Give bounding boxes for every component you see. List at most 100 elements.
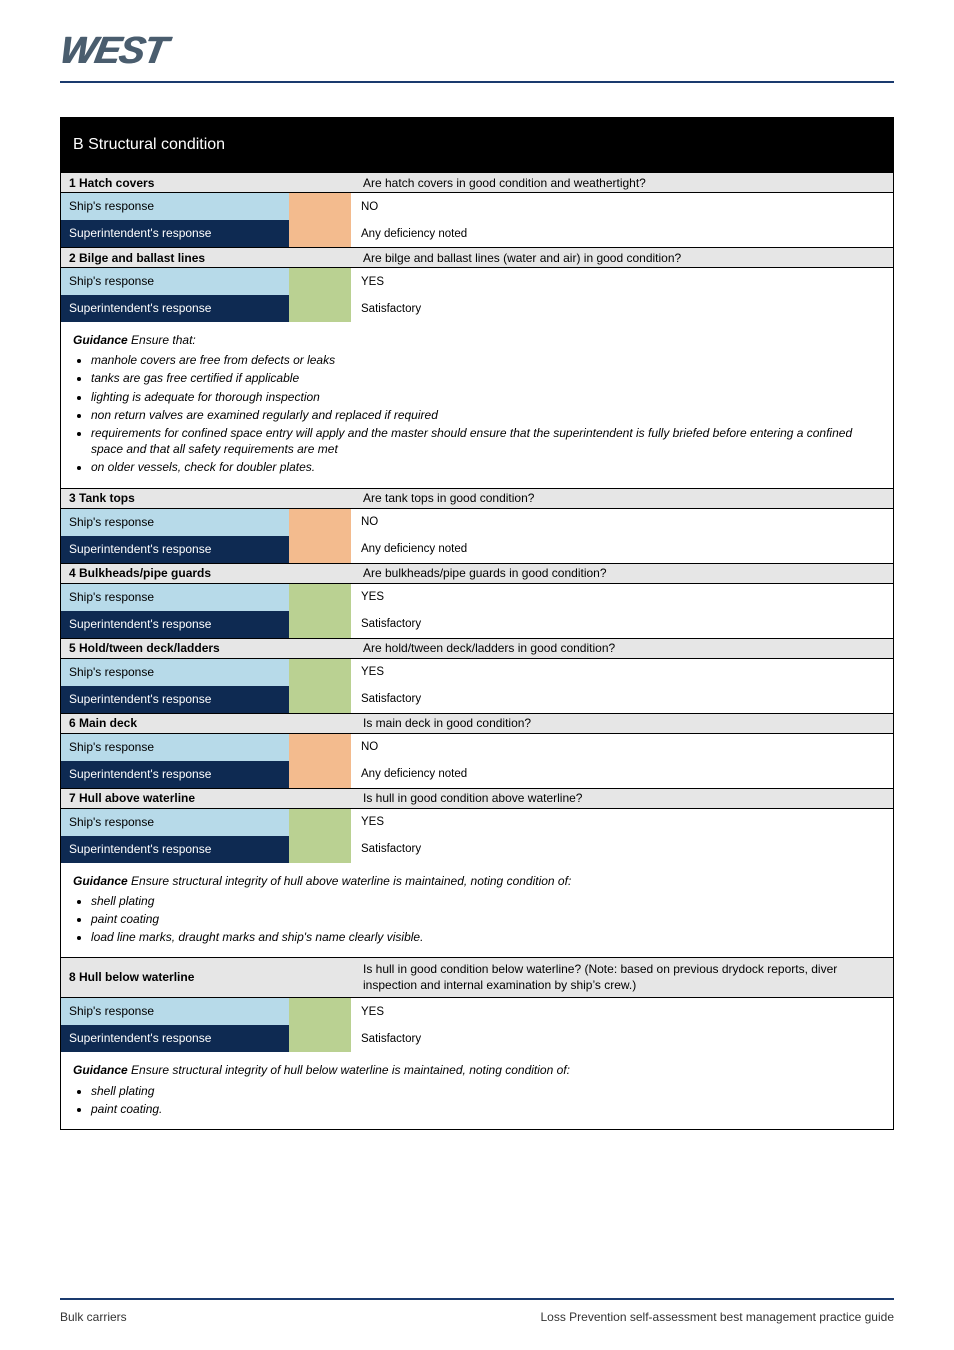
sup-response-color	[289, 220, 351, 247]
ship-response-text: YES	[351, 659, 893, 686]
question-number: 6 Main deck	[61, 714, 355, 732]
guidance-item: on older vessels, check for doubler plat…	[91, 459, 881, 475]
footer-right: Loss Prevention self-assessment best man…	[540, 1310, 894, 1324]
guidance-label: Guidance	[73, 874, 128, 888]
section-2: 2 Bilge and ballast lines Are bilge and …	[61, 247, 893, 488]
sup-response-row: Superintendent's response Satisfactory	[61, 836, 893, 863]
ship-response-label: Ship's response	[61, 584, 289, 611]
sup-response-text: Satisfactory	[351, 295, 893, 322]
sup-response-label: Superintendent's response	[61, 536, 289, 563]
guidance-intro-text: Ensure that:	[131, 333, 196, 347]
guidance-item: tanks are gas free certified if applicab…	[91, 370, 881, 386]
sup-response-row: Superintendent's response Any deficiency…	[61, 761, 893, 788]
assessment-table: B Structural condition 1 Hatch covers Ar…	[60, 117, 894, 1130]
page-footer: Bulk carriers Loss Prevention self-asses…	[60, 1310, 894, 1324]
question-text: Are hatch covers in good condition and w…	[355, 174, 893, 192]
sup-response-text: Any deficiency noted	[351, 536, 893, 563]
question-text: Are bilge and ballast lines (water and a…	[355, 249, 893, 267]
ship-response-label: Ship's response	[61, 193, 289, 220]
question-text: Are tank tops in good condition?	[355, 489, 893, 507]
guidance-list: shell plating paint coating load line ma…	[91, 893, 881, 946]
guidance-item: load line marks, draught marks and ship'…	[91, 929, 881, 945]
guidance-list: shell plating paint coating.	[91, 1083, 881, 1117]
sup-response-color	[289, 536, 351, 563]
sup-response-label: Superintendent's response	[61, 611, 289, 638]
question-number: 8 Hull below waterline	[61, 968, 355, 988]
ship-response-color	[289, 193, 351, 220]
ship-response-row: Ship's response YES	[61, 998, 893, 1025]
guidance-label: Guidance	[73, 333, 128, 347]
question-text: Is hull in good condition below waterlin…	[355, 960, 893, 995]
section-8: 8 Hull below waterline Is hull in good c…	[61, 957, 893, 1129]
sup-response-text: Satisfactory	[351, 686, 893, 713]
ship-response-text: YES	[351, 809, 893, 836]
ship-response-color	[289, 734, 351, 761]
ship-response-color	[289, 268, 351, 295]
header-rule	[60, 81, 894, 83]
sup-response-row: Superintendent's response Satisfactory	[61, 611, 893, 638]
guidance-item: requirements for confined space entry wi…	[91, 425, 881, 457]
sup-response-label: Superintendent's response	[61, 761, 289, 788]
sup-response-text: Any deficiency noted	[351, 220, 893, 247]
question-text: Is hull in good condition above waterlin…	[355, 789, 893, 807]
question-number: 3 Tank tops	[61, 489, 355, 507]
sup-response-color	[289, 611, 351, 638]
sup-response-text: Satisfactory	[351, 836, 893, 863]
ship-response-color	[289, 509, 351, 536]
question-number: 4 Bulkheads/pipe guards	[61, 564, 355, 582]
ship-response-row: Ship's response NO	[61, 509, 893, 536]
sup-response-label: Superintendent's response	[61, 686, 289, 713]
ship-response-row: Ship's response YES	[61, 809, 893, 836]
question-row: 1 Hatch covers Are hatch covers in good …	[61, 173, 893, 193]
sup-response-color	[289, 761, 351, 788]
section-1: 1 Hatch covers Are hatch covers in good …	[61, 172, 893, 247]
question-row: 7 Hull above waterline Is hull in good c…	[61, 789, 893, 809]
question-row: 6 Main deck Is main deck in good conditi…	[61, 714, 893, 734]
guidance-intro-text: Ensure structural integrity of hull belo…	[131, 1063, 570, 1077]
sup-response-text: Satisfactory	[351, 1025, 893, 1052]
sup-response-text: Any deficiency noted	[351, 761, 893, 788]
guidance-item: paint coating.	[91, 1101, 881, 1117]
guidance-item: lighting is adequate for thorough inspec…	[91, 389, 881, 405]
guidance-intro-text: Ensure structural integrity of hull abov…	[131, 874, 571, 888]
sup-response-row: Superintendent's response Satisfactory	[61, 686, 893, 713]
sup-response-row: Superintendent's response Any deficiency…	[61, 220, 893, 247]
section-header: B Structural condition	[61, 118, 893, 172]
sup-response-row: Superintendent's response Any deficiency…	[61, 536, 893, 563]
ship-response-text: YES	[351, 584, 893, 611]
sup-response-text: Satisfactory	[351, 611, 893, 638]
ship-response-color	[289, 809, 351, 836]
section-3: 3 Tank tops Are tank tops in good condit…	[61, 488, 893, 563]
section-7: 7 Hull above waterline Is hull in good c…	[61, 788, 893, 958]
question-text: Are hold/tween deck/ladders in good cond…	[355, 639, 893, 657]
ship-response-color	[289, 584, 351, 611]
question-row: 8 Hull below waterline Is hull in good c…	[61, 958, 893, 998]
ship-response-row: Ship's response YES	[61, 659, 893, 686]
section-6: 6 Main deck Is main deck in good conditi…	[61, 713, 893, 788]
question-row: 2 Bilge and ballast lines Are bilge and …	[61, 248, 893, 268]
ship-response-label: Ship's response	[61, 809, 289, 836]
guidance-item: manhole covers are free from defects or …	[91, 352, 881, 368]
ship-response-label: Ship's response	[61, 734, 289, 761]
ship-response-text: NO	[351, 734, 893, 761]
question-row: 5 Hold/tween deck/ladders Are hold/tween…	[61, 639, 893, 659]
section-5: 5 Hold/tween deck/ladders Are hold/tween…	[61, 638, 893, 713]
question-number: 5 Hold/tween deck/ladders	[61, 639, 355, 657]
ship-response-label: Ship's response	[61, 509, 289, 536]
guidance-list: manhole covers are free from defects or …	[91, 352, 881, 475]
guidance-block: Guidance Ensure that: manhole covers are…	[61, 322, 893, 488]
ship-response-text: YES	[351, 998, 893, 1025]
sup-response-label: Superintendent's response	[61, 220, 289, 247]
question-text: Are bulkheads/pipe guards in good condit…	[355, 564, 893, 582]
brand-logo: WEST	[56, 30, 169, 73]
sup-response-row: Superintendent's response Satisfactory	[61, 1025, 893, 1052]
guidance-block: Guidance Ensure structural integrity of …	[61, 1052, 893, 1129]
ship-response-text: NO	[351, 193, 893, 220]
ship-response-text: YES	[351, 268, 893, 295]
guidance-label: Guidance	[73, 1063, 128, 1077]
footer-left: Bulk carriers	[60, 1310, 127, 1324]
ship-response-row: Ship's response YES	[61, 584, 893, 611]
ship-response-label: Ship's response	[61, 998, 289, 1025]
footer-rule	[60, 1298, 894, 1300]
ship-response-text: NO	[351, 509, 893, 536]
